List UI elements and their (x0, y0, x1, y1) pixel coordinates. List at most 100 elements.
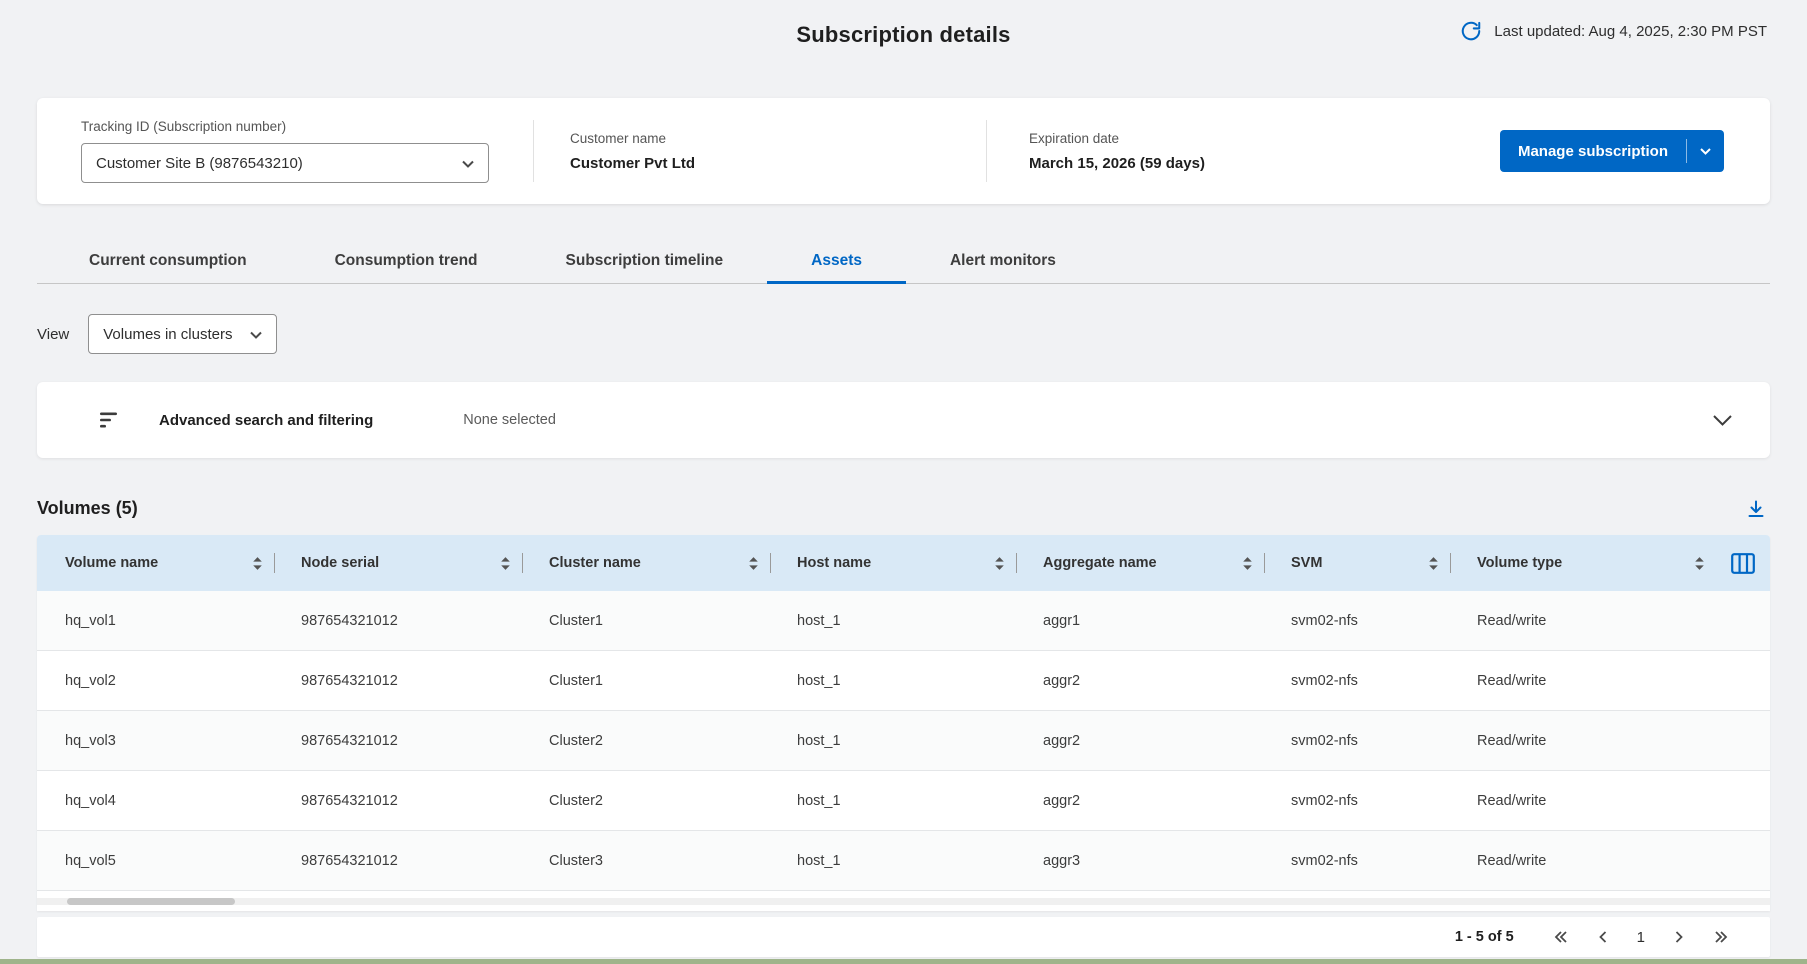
scrollbar-track[interactable] (37, 898, 1770, 905)
table-row[interactable]: hq_vol3987654321012Cluster2host_1aggr2sv… (37, 711, 1770, 771)
table-cell: aggr2 (1017, 733, 1265, 749)
bottom-edge (0, 959, 1807, 964)
table-cell: Cluster2 (523, 793, 771, 809)
column-header-volume-name[interactable]: Volume name (37, 535, 275, 591)
advanced-search-panel[interactable]: Advanced search and filtering None selec… (37, 382, 1770, 458)
first-page-button[interactable] (1554, 930, 1568, 944)
column-label: Host name (797, 555, 871, 571)
tab-alert-monitors[interactable]: Alert monitors (906, 242, 1100, 284)
previous-page-button[interactable] (1598, 930, 1607, 944)
table-cell: 987654321012 (275, 613, 523, 629)
chevron-down-icon[interactable] (1687, 148, 1724, 155)
table-cell: Cluster3 (523, 853, 771, 869)
tracking-id-select[interactable]: Customer Site B (9876543210) (81, 143, 489, 183)
table-cell: hq_vol3 (37, 733, 275, 749)
column-header-svm[interactable]: SVM (1265, 535, 1451, 591)
table-cell: 987654321012 (275, 733, 523, 749)
last-updated-text: Last updated: Aug 4, 2025, 2:30 PM PST (1494, 23, 1767, 40)
column-header-host-name[interactable]: Host name (771, 535, 1017, 591)
table-body: hq_vol1987654321012Cluster1host_1aggr1sv… (37, 591, 1770, 891)
manage-subscription-wrap: Manage subscription (1500, 130, 1770, 172)
sort-icon[interactable] (499, 556, 512, 571)
pagination-range: 1 - 5 of 5 (1455, 929, 1514, 945)
pagination-bar: 1 - 5 of 5 1 (37, 917, 1770, 957)
sort-icon[interactable] (1241, 556, 1254, 571)
column-header-aggregate-name[interactable]: Aggregate name (1017, 535, 1265, 591)
tracking-id-label: Tracking ID (Subscription number) (81, 119, 533, 134)
table-cell: hq_vol4 (37, 793, 275, 809)
table-cell: host_1 (771, 793, 1017, 809)
last-updated: Last updated: Aug 4, 2025, 2:30 PM PST (1460, 20, 1767, 42)
column-header-node-serial[interactable]: Node serial (275, 535, 523, 591)
last-page-button[interactable] (1714, 930, 1728, 944)
table-cell: hq_vol1 (37, 613, 275, 629)
view-row: View Volumes in clusters (37, 314, 1770, 354)
table-row[interactable]: hq_vol4987654321012Cluster2host_1aggr2sv… (37, 771, 1770, 831)
table-cell: host_1 (771, 673, 1017, 689)
column-label: Node serial (301, 555, 379, 571)
manage-subscription-button[interactable]: Manage subscription (1500, 130, 1724, 172)
table-cell: Cluster1 (523, 613, 771, 629)
table-cell: aggr3 (1017, 853, 1265, 869)
table-cell: svm02-nfs (1265, 673, 1451, 689)
chevron-down-icon (250, 326, 262, 343)
table-header: Volume name Node serial Cluster name Host n… (37, 535, 1770, 591)
view-select-value: Volumes in clusters (103, 326, 232, 343)
scrollbar-thumb[interactable] (67, 898, 235, 905)
view-select[interactable]: Volumes in clusters (88, 314, 277, 354)
table-row[interactable]: hq_vol1987654321012Cluster1host_1aggr1sv… (37, 591, 1770, 651)
table-cell: host_1 (771, 613, 1017, 629)
next-page-button[interactable] (1675, 930, 1684, 944)
advanced-search-title: Advanced search and filtering (159, 412, 373, 429)
expand-chevron-icon[interactable] (1713, 415, 1732, 426)
advanced-search-status: None selected (463, 412, 556, 428)
tab-subscription-timeline[interactable]: Subscription timeline (522, 242, 768, 284)
sort-icon[interactable] (747, 556, 760, 571)
column-settings-button[interactable] (1716, 553, 1770, 574)
table-cell: host_1 (771, 733, 1017, 749)
table-cell: svm02-nfs (1265, 733, 1451, 749)
table-row[interactable]: hq_vol2987654321012Cluster1host_1aggr2sv… (37, 651, 1770, 711)
sort-icon[interactable] (1693, 556, 1706, 571)
customer-name-section: Customer name Customer Pvt Ltd (534, 131, 986, 172)
volumes-heading-row: Volumes (5) (37, 498, 1770, 519)
tab-current-consumption[interactable]: Current consumption (45, 242, 291, 284)
table-cell: Read/write (1451, 793, 1716, 809)
table-cell: Read/write (1451, 673, 1716, 689)
subscription-summary-card: Tracking ID (Subscription number) Custom… (37, 98, 1770, 204)
current-page[interactable]: 1 (1637, 929, 1645, 946)
view-label: View (37, 326, 69, 343)
column-label: Cluster name (549, 555, 641, 571)
customer-name-value: Customer Pvt Ltd (570, 155, 986, 172)
table-cell: Read/write (1451, 733, 1716, 749)
sort-icon[interactable] (993, 556, 1006, 571)
table-cell: aggr1 (1017, 613, 1265, 629)
table-cell: aggr2 (1017, 673, 1265, 689)
tab-consumption-trend[interactable]: Consumption trend (291, 242, 522, 284)
column-header-volume-type[interactable]: Volume type (1451, 535, 1716, 591)
table-cell: svm02-nfs (1265, 853, 1451, 869)
horizontal-scrollbar[interactable] (37, 891, 1770, 911)
expiration-date-value: March 15, 2026 (59 days) (1029, 155, 1500, 172)
tab-assets[interactable]: Assets (767, 242, 906, 284)
volumes-table: Volume name Node serial Cluster name Host n… (37, 535, 1770, 911)
sort-icon[interactable] (251, 556, 264, 571)
subscription-details-page: Subscription details Last updated: Aug 4… (0, 0, 1807, 957)
filter-icon (99, 411, 121, 429)
column-label: Volume type (1477, 555, 1562, 571)
customer-name-label: Customer name (570, 131, 986, 146)
expiration-date-section: Expiration date March 15, 2026 (59 days) (987, 131, 1500, 172)
table-cell: svm02-nfs (1265, 793, 1451, 809)
table-cell: Read/write (1451, 613, 1716, 629)
table-cell: 987654321012 (275, 793, 523, 809)
table-cell: 987654321012 (275, 673, 523, 689)
table-cell: Cluster2 (523, 733, 771, 749)
refresh-icon[interactable] (1460, 20, 1482, 42)
tabs: Current consumptionConsumption trendSubs… (37, 242, 1770, 284)
table-row[interactable]: hq_vol5987654321012Cluster3host_1aggr3sv… (37, 831, 1770, 891)
sort-icon[interactable] (1427, 556, 1440, 571)
column-header-cluster-name[interactable]: Cluster name (523, 535, 771, 591)
table-cell: Read/write (1451, 853, 1716, 869)
table-cell: hq_vol2 (37, 673, 275, 689)
download-icon[interactable] (1746, 499, 1770, 519)
